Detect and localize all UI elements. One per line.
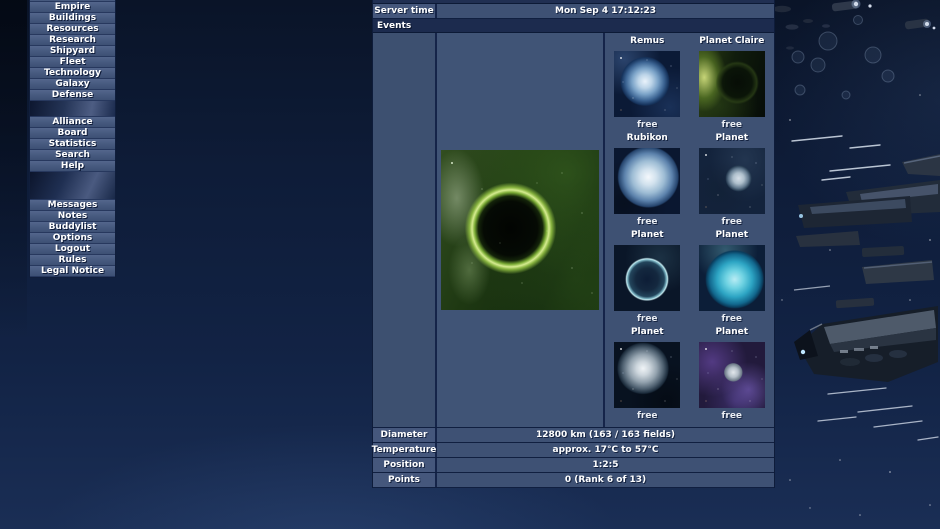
moon-status: free [636, 217, 658, 227]
points-row: Points 0 (Rank 6 of 13) [373, 473, 774, 488]
moon-name: Planet [715, 230, 749, 240]
sidebar-item-notes[interactable]: Notes [30, 211, 115, 222]
sidebar-item-shipyard[interactable]: Shipyard [30, 46, 115, 57]
sidebar-item-search[interactable]: Search [30, 150, 115, 161]
events-left-cell [373, 33, 437, 427]
position-value: 1:2:5 [437, 458, 774, 472]
moon-status: free [636, 411, 658, 421]
diameter-label: Diameter [373, 428, 437, 442]
sidebar-item-help[interactable]: Help [30, 161, 115, 172]
moon-grid-row: Planet free Planet free [605, 230, 774, 327]
sidebar-item-board[interactable]: Board [30, 128, 115, 139]
planet-thumbnail-claire[interactable] [698, 51, 765, 117]
events-planet-cell [437, 33, 605, 427]
sidebar-item-fleet[interactable]: Fleet [30, 57, 115, 68]
planet-thumbnail-4[interactable] [698, 148, 765, 214]
moon-status: free [636, 314, 658, 324]
planet-image [441, 150, 599, 310]
moon-tile: Planet free [690, 133, 775, 230]
planet-thumbnail-8[interactable] [698, 342, 765, 408]
moon-status: free [721, 217, 743, 227]
planet-thumbnail-rubikon[interactable] [614, 148, 681, 214]
moon-grid: Remus free Planet Claire free Rubikon fr… [605, 33, 774, 427]
sidebar-item-empire[interactable]: Empire [30, 2, 115, 13]
moon-tile: Planet free [690, 230, 775, 327]
sidebar-item-defense[interactable]: Defense [30, 90, 115, 101]
moon-tile: Planet free [690, 327, 775, 424]
diameter-row: Diameter 12800 km (163 / 163 fields) [373, 428, 774, 443]
diameter-value: 12800 km (163 / 163 fields) [437, 428, 774, 442]
sidebar-item-logout[interactable]: Logout [30, 244, 115, 255]
planet-thumbnail-5[interactable] [614, 245, 681, 311]
points-value: 0 (Rank 6 of 13) [437, 473, 774, 487]
moon-status: free [721, 120, 743, 130]
space-fleet-background [773, 0, 940, 516]
position-label: Position [373, 458, 437, 472]
moon-grid-row: Rubikon free Planet free [605, 133, 774, 230]
sidebar-item-buildings[interactable]: Buildings [30, 13, 115, 24]
points-label: Points [373, 473, 437, 487]
server-time-row: Server time Mon Sep 4 17:12:23 [373, 4, 774, 19]
moon-name: Planet [630, 327, 664, 337]
server-time-label: Server time [373, 4, 437, 18]
sidebar-item-legal-notice[interactable]: Legal Notice [30, 266, 115, 277]
sidebar-separator [30, 101, 115, 117]
moon-status: free [721, 411, 743, 421]
sidebar-item-resources[interactable]: Resources [30, 24, 115, 35]
sidebar-item-statistics[interactable]: Statistics [30, 139, 115, 150]
moon-name: Rubikon [626, 133, 668, 143]
server-time-value: Mon Sep 4 17:12:23 [437, 4, 774, 18]
moon-name: Planet [715, 133, 749, 143]
temperature-label: Temperature [371, 443, 437, 457]
sidebar-separator [30, 172, 115, 200]
moon-tile: Planet Claire free [690, 36, 775, 133]
moon-status: free [721, 314, 743, 324]
background-left-shade [0, 0, 27, 340]
temperature-row: Temperature approx. 17°C to 57°C [371, 443, 774, 458]
sidebar-item-messages[interactable]: Messages [30, 200, 115, 211]
moon-name: Planet [715, 327, 749, 337]
position-row: Position 1:2:5 [373, 458, 774, 473]
moon-tile: Rubikon free [605, 133, 690, 230]
moon-status: free [636, 120, 658, 130]
sidebar-item-options[interactable]: Options [30, 233, 115, 244]
moon-grid-row: Planet free Planet free [605, 327, 774, 424]
planet-thumbnail-6[interactable] [698, 245, 765, 311]
events-body: Remus free Planet Claire free Rubikon fr… [373, 33, 774, 428]
sidebar-item-rules[interactable]: Rules [30, 255, 115, 266]
moon-grid-row: Remus free Planet Claire free [605, 36, 774, 133]
sidebar-item-alliance[interactable]: Alliance [30, 117, 115, 128]
moon-name: Remus [630, 36, 665, 46]
planet-thumbnail-remus[interactable] [614, 51, 681, 117]
sidebar-menu: Empire Buildings Resources Research Ship… [29, 0, 116, 278]
moon-tile: Planet free [605, 230, 690, 327]
moon-name: Planet Claire [699, 36, 765, 46]
game-page: { "sidebar": { "group1": ["Empire", "Bui… [0, 0, 940, 529]
moon-tile: Remus free [605, 36, 690, 133]
planet-thumbnail-7[interactable] [614, 342, 681, 408]
temperature-value: approx. 17°C to 57°C [437, 443, 774, 457]
sidebar-item-buddylist[interactable]: Buddylist [30, 222, 115, 233]
planet-panel: Server time Mon Sep 4 17:12:23 Events Re… [372, 0, 775, 488]
moon-name: Planet [630, 230, 664, 240]
sidebar-item-galaxy[interactable]: Galaxy [30, 79, 115, 90]
events-header: Events [373, 19, 774, 33]
sidebar-item-technology[interactable]: Technology [30, 68, 115, 79]
events-header-label: Events [377, 20, 412, 31]
sidebar-item-research[interactable]: Research [30, 35, 115, 46]
moon-tile: Planet free [605, 327, 690, 424]
